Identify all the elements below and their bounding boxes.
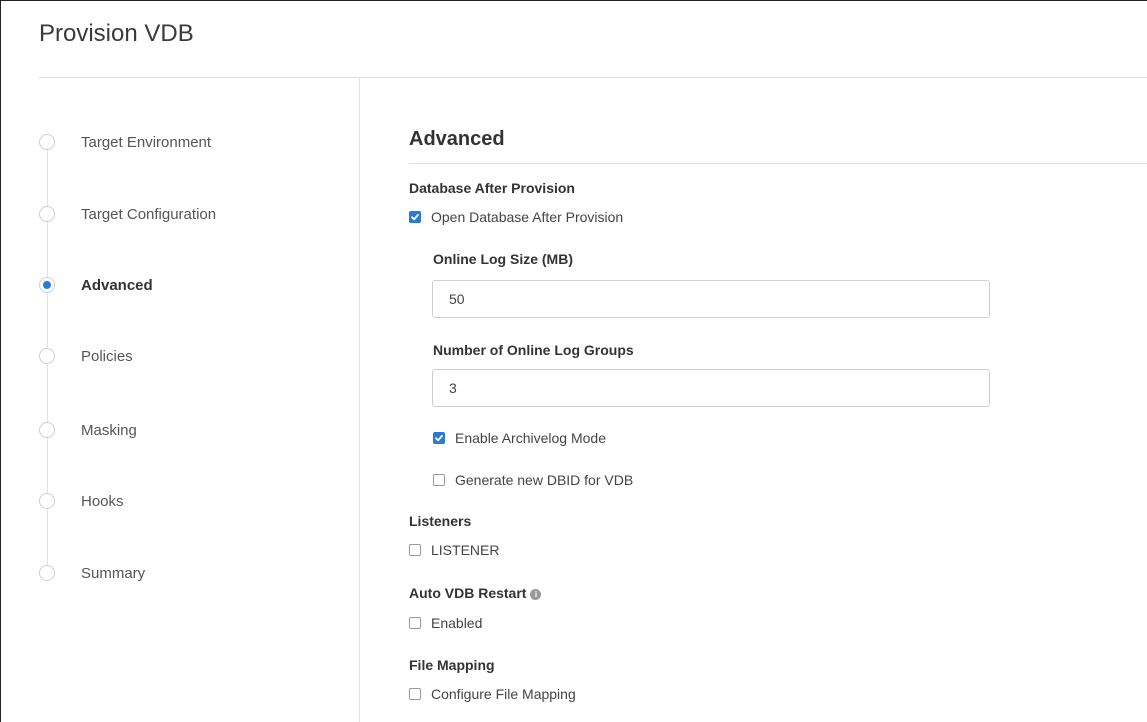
provision-vdb-wizard: Provision VDB Target Environment Target …	[0, 0, 1147, 722]
listener-checkbox[interactable]: LISTENER	[409, 542, 499, 558]
checkbox-label: Configure File Mapping	[431, 686, 576, 702]
step-masking[interactable]: Masking	[39, 420, 339, 440]
online-log-size-input[interactable]: 50	[432, 280, 990, 318]
checkbox-checked-icon	[409, 211, 421, 223]
input-value: 3	[449, 380, 457, 396]
checkbox-icon	[409, 617, 421, 629]
step-label: Advanced	[81, 276, 153, 294]
checkbox-label: LISTENER	[431, 542, 500, 558]
page-title: Provision VDB	[39, 20, 194, 47]
step-target-configuration[interactable]: Target Configuration	[39, 204, 339, 224]
step-advanced[interactable]: Advanced	[39, 275, 339, 295]
step-active-circle-icon	[39, 277, 55, 293]
step-circle-icon	[39, 493, 55, 509]
checkbox-label: Enable Archivelog Mode	[455, 430, 606, 446]
step-circle-icon	[39, 206, 55, 222]
step-policies[interactable]: Policies	[39, 346, 339, 366]
open-db-after-provision-checkbox[interactable]: Open Database After Provision	[409, 209, 623, 225]
online-log-groups-label: Number of Online Log Groups	[433, 342, 634, 358]
listeners-heading: Listeners	[409, 513, 472, 529]
checkbox-label: Open Database After Provision	[431, 209, 624, 225]
step-label: Hooks	[81, 492, 124, 510]
step-target-environment[interactable]: Target Environment	[39, 132, 339, 152]
input-value: 50	[449, 291, 465, 307]
generate-new-dbid-checkbox[interactable]: Generate new DBID for VDB	[433, 472, 633, 488]
step-label: Masking	[81, 421, 137, 439]
step-label: Summary	[81, 564, 146, 582]
checkbox-label: Generate new DBID for VDB	[455, 472, 634, 488]
online-log-size-label: Online Log Size (MB)	[433, 251, 573, 267]
step-circle-icon	[39, 422, 55, 438]
file-mapping-heading: File Mapping	[409, 657, 495, 673]
sidebar-divider	[359, 78, 360, 722]
auto-vdb-restart-heading: Auto VDB Restart i	[409, 585, 542, 601]
step-label: Policies	[81, 347, 133, 365]
step-circle-icon	[39, 134, 55, 150]
checkbox-icon	[433, 474, 445, 486]
step-circle-icon	[39, 348, 55, 364]
configure-file-mapping-checkbox[interactable]: Configure File Mapping	[409, 686, 576, 702]
auto-restart-enabled-checkbox[interactable]: Enabled	[409, 615, 482, 631]
step-label: Target Environment	[81, 133, 212, 151]
online-log-groups-input[interactable]: 3	[432, 369, 990, 407]
step-summary[interactable]: Summary	[39, 563, 339, 583]
section-title: Advanced	[409, 128, 505, 150]
info-icon[interactable]: i	[530, 589, 542, 600]
step-hooks[interactable]: Hooks	[39, 491, 339, 511]
auto-vdb-restart-label: Auto VDB Restart	[409, 585, 527, 601]
enable-archivelog-checkbox[interactable]: Enable Archivelog Mode	[433, 430, 606, 446]
db-after-provision-heading: Database After Provision	[409, 180, 575, 196]
checkbox-checked-icon	[433, 432, 445, 444]
checkbox-label: Enabled	[431, 615, 483, 631]
header-divider	[39, 77, 1147, 78]
step-circle-icon	[39, 565, 55, 581]
checkbox-icon	[409, 688, 421, 700]
step-label: Target Configuration	[81, 205, 217, 223]
checkbox-icon	[409, 544, 421, 556]
section-divider	[409, 163, 1147, 164]
